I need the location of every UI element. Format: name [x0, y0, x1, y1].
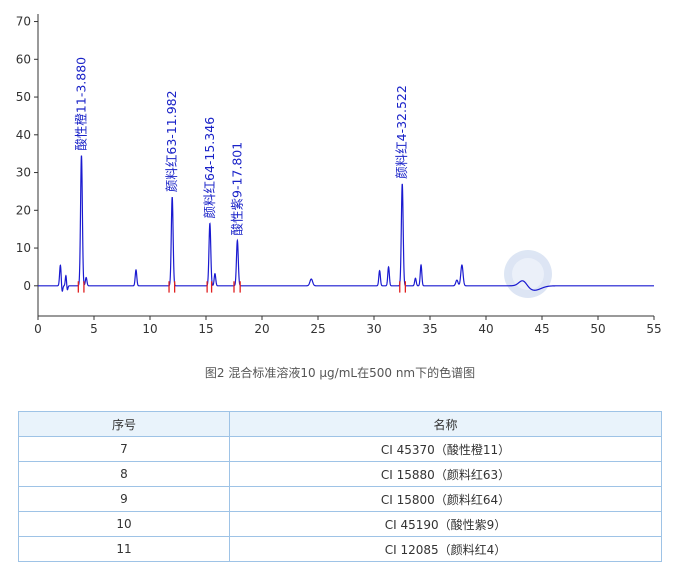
row-index: 11 [18, 536, 230, 562]
table-row: 10 CI 45190（酸性紫9） [18, 511, 662, 537]
axes: 0 10 20 30 40 50 60 70 0 5 10 15 20 25 30 35 40 45 50 55 [16, 14, 662, 336]
x-tick-label: 55 [646, 322, 661, 336]
row-index: 10 [18, 511, 230, 537]
watermark-logo [504, 250, 552, 298]
table-row: 7 CI 45370（酸性橙11） [18, 436, 662, 462]
y-tick-label: 10 [16, 241, 31, 255]
row-name: CI 45190（酸性紫9） [229, 511, 662, 537]
x-tick-label: 10 [142, 322, 157, 336]
y-tick-label: 20 [16, 203, 31, 217]
y-tick-label: 60 [16, 52, 31, 66]
peak-label: 酸性紫9-17.801 [229, 142, 244, 236]
row-name: CI 15800（颜料红64） [229, 486, 662, 512]
x-tick-label: 35 [422, 322, 437, 336]
x-tick-label: 45 [534, 322, 549, 336]
y-tick-label: 0 [23, 279, 31, 293]
chromatogram-svg: 0 10 20 30 40 50 60 70 0 5 10 15 20 25 30 35 40 45 50 55 酸性… [16, 14, 662, 336]
chromatogram-trace [38, 155, 654, 293]
y-tick-label: 40 [16, 128, 31, 142]
row-name: CI 12085（颜料红4） [229, 536, 662, 562]
row-index: 9 [18, 486, 230, 512]
x-tick-label: 25 [310, 322, 325, 336]
x-tick-label: 40 [478, 322, 493, 336]
row-index: 7 [18, 436, 230, 462]
x-tick-label: 0 [34, 322, 42, 336]
table-header-row: 序号 名称 [18, 411, 662, 437]
y-tick-label: 70 [16, 15, 31, 29]
row-index: 8 [18, 461, 230, 487]
y-tick-label: 30 [16, 166, 31, 180]
peak-label: 颜料红63-11.982 [164, 90, 179, 192]
peak-label: 颜料红4-32.522 [394, 85, 409, 179]
x-tick-label: 20 [254, 322, 269, 336]
table-row: 11 CI 12085（颜料红4） [18, 536, 662, 562]
x-tick-label: 5 [90, 322, 98, 336]
peak-label: 颜料红64-15.346 [202, 117, 217, 219]
peak-label: 酸性橙11-3.880 [73, 57, 88, 151]
header-name: 名称 [229, 411, 662, 437]
trace-line [38, 155, 654, 293]
y-tick-label: 50 [16, 90, 31, 104]
x-tick-label: 50 [590, 322, 605, 336]
row-name: CI 45370（酸性橙11） [229, 436, 662, 462]
peak-labels: 酸性橙11-3.880 颜料红63-11.982 颜料红64-15.346 酸性紫9-… [73, 57, 409, 236]
table-row: 8 CI 15880（颜料红63） [18, 461, 662, 487]
figure-caption: 图2 混合标准溶液10 μg/mL在500 nm下的色谱图 [204, 366, 476, 380]
x-tick-label: 30 [366, 322, 381, 336]
row-name: CI 15880（颜料红63） [229, 461, 662, 487]
compound-table: 序号 名称 7 CI 45370（酸性橙11） 8 CI 15880（颜料红63… [18, 411, 662, 562]
integration-marks [77, 281, 407, 293]
chromatogram-chart: 0 10 20 30 40 50 60 70 0 5 10 15 20 25 30 35 40 45 50 55 酸性… [0, 0, 680, 340]
header-index: 序号 [18, 411, 230, 437]
x-tick-label: 15 [198, 322, 213, 336]
table-row: 9 CI 15800（颜料红64） [18, 486, 662, 512]
